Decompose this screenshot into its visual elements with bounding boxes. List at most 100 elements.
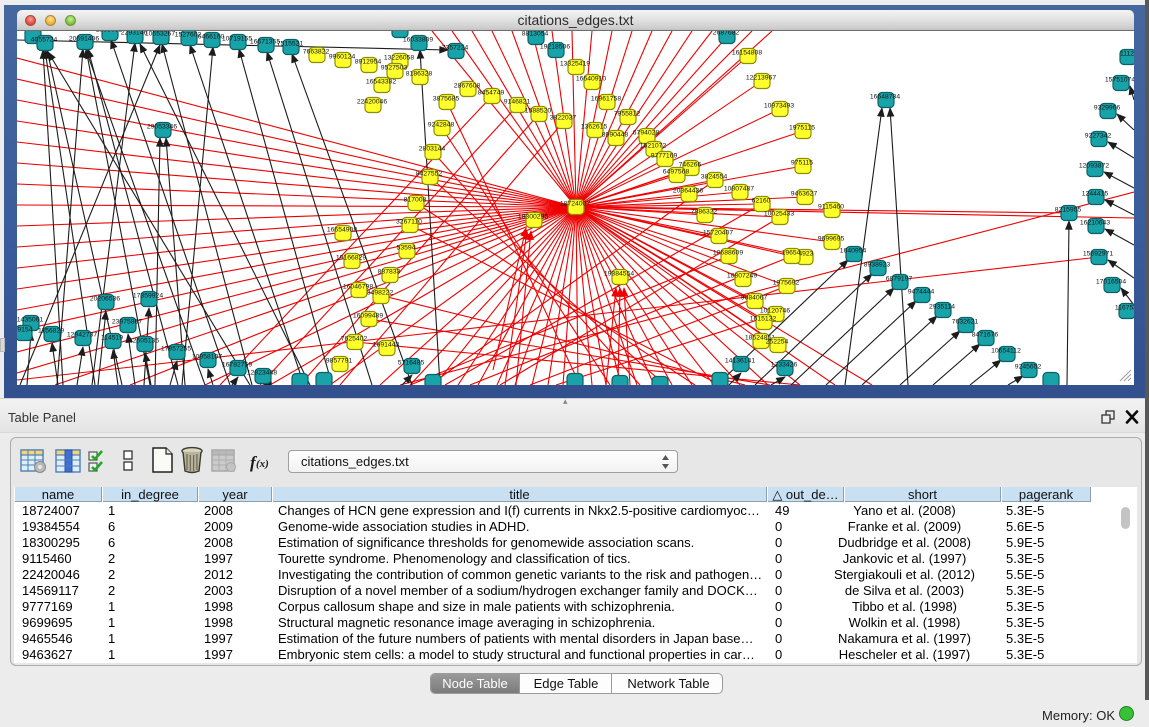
svg-text:15692971: 15692971	[1083, 251, 1113, 258]
svg-text:16099489: 16099489	[353, 313, 383, 320]
svg-text:15720407: 15720407	[703, 230, 733, 237]
svg-text:19654: 19654	[782, 250, 801, 257]
svg-text:9227342: 9227342	[1085, 133, 1112, 140]
svg-text:7632621: 7632621	[952, 319, 979, 326]
svg-text:1640954: 1640954	[840, 248, 867, 255]
svg-text:2293146: 2293146	[121, 31, 148, 37]
svg-text:7357224: 7357224	[442, 45, 469, 52]
svg-text:9463627: 9463627	[791, 191, 818, 198]
svg-text:15751074: 15751074	[1105, 77, 1134, 84]
svg-text:10553267: 10553267	[145, 31, 175, 38]
svg-text:19218506: 19218506	[540, 44, 570, 51]
svg-text:8186328: 8186328	[406, 71, 433, 78]
svg-text:16671355: 16671355	[250, 39, 280, 46]
svg-text:817008: 817008	[404, 197, 427, 204]
svg-text:10719155: 10719155	[222, 36, 252, 43]
svg-text:9960124: 9960124	[329, 54, 356, 61]
svg-text:19166829: 19166829	[336, 255, 366, 262]
svg-text:10654112: 10654112	[991, 348, 1021, 355]
svg-text:114519: 114519	[101, 335, 123, 342]
svg-text:3875685: 3875685	[433, 96, 460, 103]
svg-text:1435061: 1435061	[17, 317, 43, 324]
svg-text:12213967: 12213967	[746, 75, 776, 82]
svg-text:9857791: 9857791	[326, 358, 353, 365]
svg-text:2803144: 2803144	[419, 146, 446, 153]
svg-text:1244415: 1244415	[1082, 191, 1109, 198]
svg-text:16640910: 16640910	[576, 76, 606, 83]
svg-text:9146821: 9146821	[504, 99, 531, 106]
svg-text:5716485: 5716485	[398, 360, 425, 367]
svg-text:12093872: 12093872	[1079, 163, 1109, 170]
svg-text:9329966: 9329966	[1094, 105, 1121, 112]
svg-text:18300295: 18300295	[518, 214, 548, 221]
svg-text:3267110: 3267110	[396, 219, 422, 226]
svg-text:18724007: 18724007	[560, 201, 590, 208]
svg-text:9242848: 9242848	[428, 122, 455, 129]
svg-text:1615132: 1615132	[750, 316, 777, 323]
svg-text:16033809: 16033809	[403, 37, 433, 44]
svg-text:16782759: 16782759	[222, 362, 252, 369]
svg-text:10688609: 10688609	[713, 250, 743, 257]
svg-text:10958107: 10958107	[192, 354, 222, 361]
svg-text:9699695: 9699695	[818, 236, 845, 243]
svg-text:17016504: 17016504	[1096, 279, 1126, 286]
svg-text:16543382: 16543382	[366, 79, 396, 86]
svg-text:7886322: 7886322	[691, 209, 718, 216]
svg-text:3498222: 3498222	[367, 290, 394, 297]
svg-text:1362615: 1362615	[581, 124, 608, 131]
svg-text:2935114: 2935114	[929, 304, 955, 311]
svg-text:18807249: 18807249	[727, 273, 757, 280]
svg-text:20206536: 20206536	[90, 296, 120, 303]
svg-text:20691406: 20691406	[69, 36, 99, 43]
svg-text:22420046: 22420046	[357, 99, 387, 106]
svg-text:887833: 887833	[378, 269, 401, 276]
svg-text:7625402: 7625402	[341, 336, 368, 343]
svg-text:7663822: 7663822	[303, 49, 330, 56]
svg-text:12942737: 12942737	[67, 332, 97, 339]
svg-text:6879197: 6879197	[886, 276, 913, 283]
svg-text:8471676: 8471676	[972, 332, 999, 339]
svg-text:2867608: 2867608	[454, 83, 481, 90]
svg-text:1975692: 1975692	[773, 280, 800, 287]
svg-text:9777169: 9777169	[651, 153, 678, 160]
svg-text:9527503: 9527503	[381, 65, 408, 72]
svg-text:20364436: 20364436	[673, 188, 703, 195]
svg-text:9245652: 9245652	[1015, 364, 1042, 371]
svg-text:10025433: 10025433	[764, 211, 794, 218]
svg-text:116753: 116753	[1115, 305, 1134, 312]
svg-text:9084067: 9084067	[741, 295, 768, 302]
svg-text:1893091: 1893091	[96, 31, 123, 34]
svg-text:975115: 975115	[791, 160, 813, 167]
svg-text:17957255: 17957255	[161, 346, 191, 353]
svg-text:1156829: 1156829	[38, 328, 64, 335]
svg-text:1691443: 1691443	[373, 342, 400, 349]
svg-text:29053346: 29053346	[147, 124, 177, 131]
svg-text:(x): (x)	[256, 458, 269, 470]
svg-text:1733426: 1733426	[771, 362, 798, 369]
svg-text:8215955: 8215955	[1055, 207, 1082, 214]
svg-text:12823448: 12823448	[247, 370, 277, 377]
svg-text:8938923: 8938923	[864, 262, 891, 269]
svg-text:16654908: 16654908	[327, 227, 357, 234]
svg-text:16961758: 16961758	[591, 96, 621, 103]
svg-text:4055724: 4055724	[31, 37, 58, 44]
svg-text:53594: 53594	[397, 245, 416, 252]
svg-text:10973493: 10973493	[764, 103, 794, 110]
svg-text:23975867: 23975867	[112, 319, 142, 326]
svg-text:252254: 252254	[766, 339, 789, 346]
svg-text:10120746: 10120746	[760, 308, 790, 315]
svg-text:8813054: 8813054	[522, 31, 549, 38]
svg-text:6497568: 6497568	[663, 169, 690, 176]
svg-text:9474444: 9474444	[908, 289, 935, 296]
svg-text:17359924: 17359924	[133, 293, 163, 300]
svg-text:13226058: 13226058	[384, 55, 414, 62]
svg-text:7515521: 7515521	[277, 41, 304, 48]
svg-text:10807487: 10807487	[724, 186, 754, 193]
svg-text:6466160: 6466160	[198, 34, 225, 41]
svg-text:62160: 62160	[752, 198, 771, 205]
svg-text:3822037: 3822037	[550, 115, 577, 122]
svg-text:14136141: 14136141	[725, 358, 755, 365]
svg-text:8990448: 8990448	[602, 132, 629, 139]
svg-text:1621072: 1621072	[640, 143, 667, 150]
svg-text:16648784: 16648784	[870, 94, 900, 101]
